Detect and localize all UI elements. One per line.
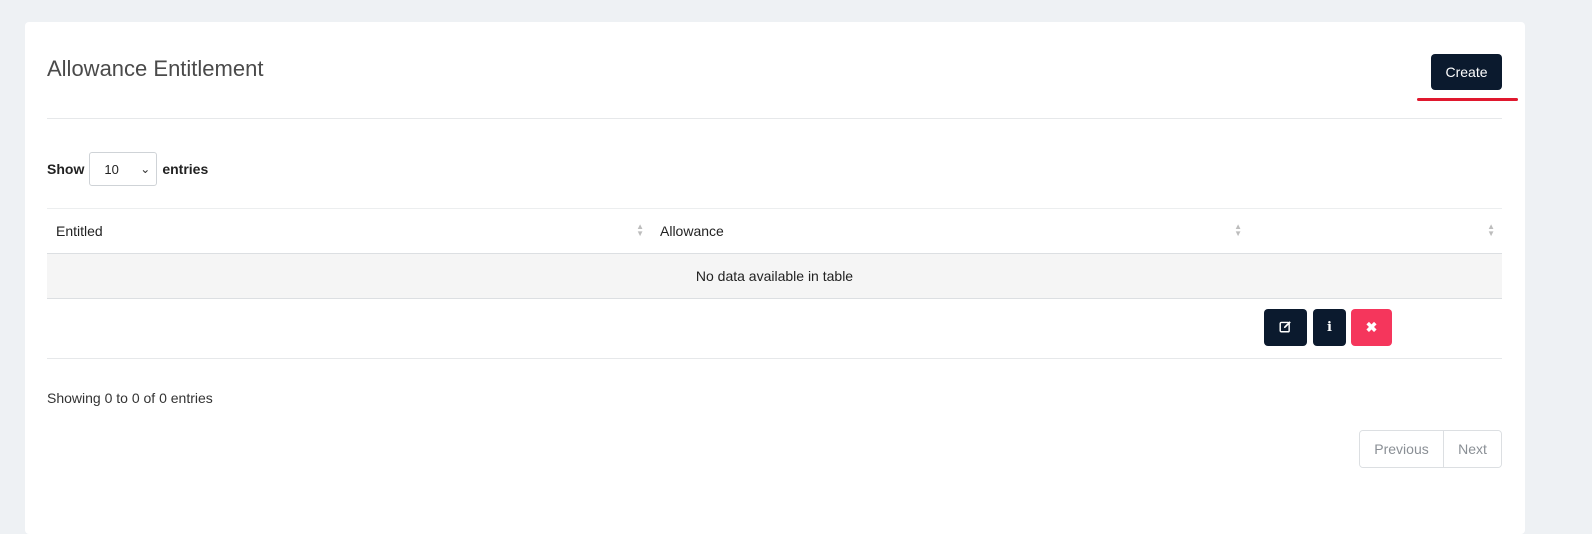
show-label: Show bbox=[47, 161, 85, 177]
next-page-button[interactable]: Next bbox=[1444, 431, 1501, 467]
previous-page-button[interactable]: Previous bbox=[1360, 431, 1444, 467]
table-bottom-divider bbox=[47, 358, 1502, 359]
page-title: Allowance Entitlement bbox=[47, 56, 264, 81]
entries-label: entries bbox=[162, 161, 209, 177]
sort-icon: ▲ ▼ bbox=[1234, 222, 1242, 238]
sort-icon: ▲ ▼ bbox=[1487, 222, 1495, 238]
main-card: Allowance Entitlement Create Show 10 ⌄ e… bbox=[25, 22, 1525, 534]
edit-icon bbox=[1279, 320, 1292, 336]
column-header-actions[interactable]: ▲ ▼ bbox=[1249, 209, 1502, 253]
length-menu: Show 10 ⌄ entries bbox=[47, 152, 208, 186]
entries-per-page-value: 10 bbox=[104, 161, 119, 177]
chevron-down-icon: ⌄ bbox=[140, 162, 151, 176]
column-header-entitled[interactable]: Entitled ▲ ▼ bbox=[47, 209, 651, 253]
delete-button[interactable]: ✖ bbox=[1351, 309, 1392, 346]
empty-message: No data available in table bbox=[695, 268, 854, 284]
column-header-label: Entitled bbox=[56, 223, 103, 239]
column-header-allowance[interactable]: Allowance ▲ ▼ bbox=[651, 209, 1249, 253]
annotation-underline bbox=[1417, 98, 1518, 101]
table-header: Entitled ▲ ▼ Allowance ▲ ▼ ▲ ▼ bbox=[47, 208, 1502, 255]
column-header-label: Allowance bbox=[660, 223, 724, 239]
sort-icon: ▲ ▼ bbox=[636, 222, 644, 238]
create-button[interactable]: Create bbox=[1431, 54, 1502, 90]
close-icon: ✖ bbox=[1365, 319, 1378, 335]
info-button[interactable]: i bbox=[1313, 309, 1346, 346]
pagination: Previous Next bbox=[1359, 430, 1502, 468]
edit-button[interactable] bbox=[1264, 309, 1307, 346]
info-icon: i bbox=[1327, 320, 1332, 335]
empty-table-row: No data available in table bbox=[47, 254, 1502, 299]
entries-per-page-select[interactable]: 10 ⌄ bbox=[89, 152, 158, 186]
header-divider bbox=[47, 118, 1502, 119]
table-info: Showing 0 to 0 of 0 entries bbox=[47, 390, 213, 406]
